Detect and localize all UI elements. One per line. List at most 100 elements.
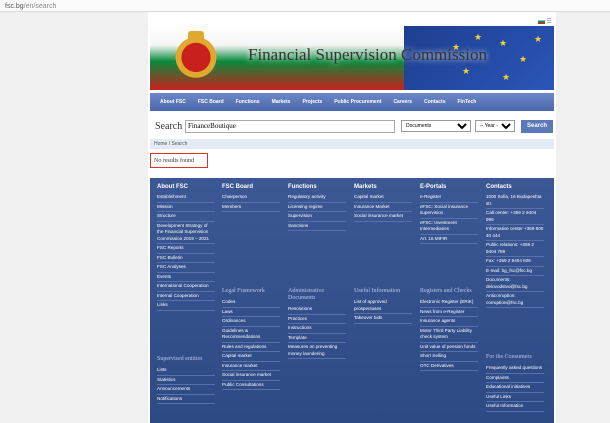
menu-icon[interactable]: ☰ [547,19,552,25]
footer-link[interactable]: 1000 Sofia, 16 Budapeshta str. [486,193,544,209]
footer-link[interactable]: Internal Cooperation [157,292,215,301]
footer-link[interactable]: Public Consultations [222,381,280,390]
no-results-message: No results found [150,153,208,168]
footer-link[interactable]: Anticorruption: corruption@fsc.bg [486,292,544,308]
footer-link[interactable]: Sanctions [288,222,346,231]
footer-heading-about[interactable]: About FSC [157,184,215,190]
footer-link[interactable]: Template [288,334,346,343]
footer-link[interactable]: Call center: +359 2 9404 999 [486,209,544,225]
footer-link[interactable]: Members [222,203,280,212]
header-banner: ★ ★ ★ ★ ★ ★ ★ Financial Supervision Commission [150,26,554,90]
footer-link[interactable]: Codes [222,298,280,308]
footer-link[interactable]: Resolutions [288,305,346,315]
search-input[interactable] [185,119,395,133]
footer-link[interactable]: Chairperson [222,193,280,203]
nav-procurement[interactable]: Public Procurement [334,99,381,105]
year-select[interactable]: -- Year -- [475,120,515,132]
footer-link[interactable]: Development Strategy of the Financial Su… [157,222,215,244]
footer-link[interactable]: Ordinances [222,317,280,327]
footer-link[interactable]: Links [157,301,215,311]
footer-link[interactable]: Events [157,273,215,282]
nav-markets[interactable]: Markets [272,99,291,105]
footer-subcolumn-about: Supervised entities Lists Statistics Announ… [157,356,215,404]
footer-link[interactable]: Frequently asked questions [486,364,544,374]
footer-link[interactable]: Announcements [157,385,215,395]
nav-projects[interactable]: Projects [302,99,322,105]
footer-link[interactable]: Useful Information [486,402,544,412]
footer-link[interactable]: Social insurance market [354,212,412,222]
footer-link[interactable]: News from e-Register [420,308,478,317]
nav-functions[interactable]: Functions [236,99,260,105]
footer-link[interactable]: Unit value of pension funds [420,343,478,352]
footer-link[interactable]: Fax: +359 2 9404 606 [486,257,544,267]
nav-contacts[interactable]: Contacts [424,99,445,105]
footer-link[interactable]: International Cooperation [157,282,215,292]
footer-link[interactable]: e-Register [420,193,478,203]
footer-link[interactable]: Takeover bids [354,314,412,324]
nav-careers[interactable]: Careers [393,99,412,105]
footer-link[interactable]: Documents: delovodstvo@fsc.bg [486,276,544,292]
footer-link[interactable]: Supervision [288,212,346,222]
document-type-select[interactable]: Documents [401,120,471,132]
footer-heading-markets[interactable]: Markets [354,184,412,190]
footer-link[interactable]: Social insurance market [222,371,280,381]
footer-link[interactable]: E-mail: bg_fsc@fsc.bg [486,267,544,276]
footer-subheading-about[interactable]: Supervised entities [157,356,215,363]
footer-link[interactable]: Complaints [486,374,544,383]
footer-link[interactable]: Structure [157,212,215,222]
footer-link[interactable]: eFSC: Social insurance supervision [420,203,478,219]
footer-link[interactable]: eFSC: Investment Intermediaries [420,219,478,235]
footer-link[interactable]: Practices [288,315,346,324]
footer-link[interactable]: Capital market [354,193,412,203]
footer-link[interactable]: Short Selling [420,352,478,362]
footer-subheading-board[interactable]: Legal Framework [222,288,280,295]
footer-heading-board[interactable]: FSC Board [222,184,280,190]
footer-link[interactable]: Insurance agents [420,317,478,327]
footer-link[interactable]: Licensing regime [288,203,346,212]
footer-link[interactable]: Establishment [157,193,215,203]
footer-link[interactable]: Lists [157,366,215,376]
footer-link[interactable]: Guidelines & Recommendations [222,327,280,343]
footer-heading-eportals[interactable]: E-Portals [420,184,478,190]
footer-link[interactable]: Motor Third Party Liability check system [420,327,478,343]
nav-fintech[interactable]: FinTech [457,99,476,105]
footer-link[interactable]: FSC Reports [157,244,215,254]
footer-link[interactable]: Instructions [288,324,346,334]
footer-link[interactable]: OTC Derivatives [420,362,478,371]
footer: About FSC Establishment Mission Structure De… [150,178,554,423]
footer-subheading-functions[interactable]: Administrative Documents [288,288,346,302]
nav-about[interactable]: About FSC [160,99,186,105]
footer-link[interactable]: Regulatory activity [288,193,346,203]
footer-link[interactable]: Insurance Market [354,203,412,212]
site-title: Financial Supervision Commission [248,45,487,64]
footer-subcolumn-board: Legal Framework Codes Laws Ordinances Guidel… [222,288,280,390]
footer-link[interactable]: Insurance market [222,362,280,371]
footer-subheading-contacts[interactable]: For the Consumers [486,354,544,361]
footer-subheading-eportals[interactable]: Registers and Checks [420,288,478,295]
footer-heading-functions[interactable]: Functions [288,184,346,190]
footer-link[interactable]: Capital market [222,352,280,362]
footer-column-board: FSC Board Chairperson Members [222,184,280,212]
footer-link[interactable]: Notifications [157,395,215,404]
footer-heading-contacts[interactable]: Contacts [486,184,544,190]
footer-link[interactable]: Public relations: +359 2 9404 789 [486,241,544,257]
footer-subheading-markets[interactable]: Useful Information [354,288,412,295]
footer-link[interactable]: Art. 16 MIFIR [420,235,478,244]
footer-link[interactable]: Informative center +359 800 40 444 [486,225,544,241]
footer-link[interactable]: Useful Links [486,393,544,402]
footer-link[interactable]: List of approved prospectuses [354,298,412,314]
bulgarian-flag-icon[interactable] [537,18,545,24]
footer-link[interactable]: Laws [222,308,280,317]
footer-link[interactable]: Electronic Register (ERiK) [420,298,478,308]
footer-link[interactable]: FSC Analyses [157,263,215,273]
footer-link[interactable]: Rules and regulations [222,343,280,352]
search-button[interactable]: Search [521,119,553,133]
footer-link[interactable]: Statistics [157,376,215,385]
footer-link[interactable]: FSC Bulletin [157,254,215,263]
language-switcher[interactable]: ☰ [537,18,552,25]
footer-link[interactable]: Educational initiatives [486,383,544,393]
address-bar[interactable]: fsc.bg/en/search [0,0,610,12]
footer-link[interactable]: Measures on preventing money laundering [288,343,346,359]
nav-board[interactable]: FSC Board [198,99,224,105]
footer-link[interactable]: Mission [157,203,215,212]
